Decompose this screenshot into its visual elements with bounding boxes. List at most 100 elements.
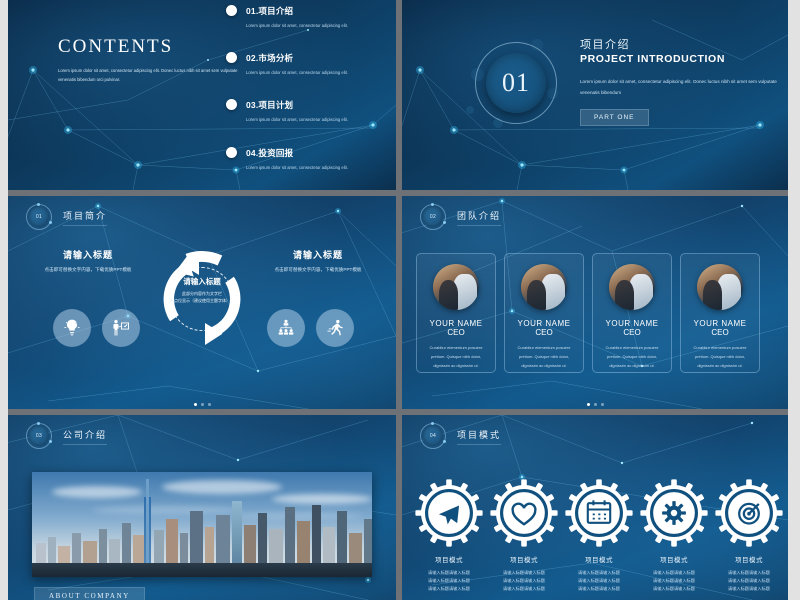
- lightbulb-icon[interactable]: [53, 309, 91, 347]
- list-item-sub: Lorem ipsum dolor sit amet, consectetur …: [246, 164, 348, 170]
- header-title: 团队介绍: [457, 209, 502, 226]
- slide-company[interactable]: 03 公司介绍 ABOUT COMPANY: [8, 415, 396, 600]
- section-number-badge: 01: [466, 39, 558, 128]
- header-title: 公司介绍: [63, 428, 108, 445]
- team-member-card[interactable]: YOUR NAME CEO Curabitur elementum posuer…: [504, 253, 584, 373]
- section-number: 01: [502, 68, 530, 97]
- part-one-button[interactable]: PART ONE: [580, 109, 649, 127]
- pagination-dot[interactable]: [193, 403, 197, 406]
- header-title: 项目简介: [63, 209, 108, 226]
- pagination-dot[interactable]: [593, 403, 597, 406]
- gear-shape: [714, 478, 784, 548]
- gear-body: 请输入标题请输入标题 请输入标题请输入标题 请输入标题请输入标题: [503, 570, 545, 592]
- gear-title: 项目模式: [510, 557, 538, 564]
- gear-icon: [662, 501, 686, 525]
- cycle-center-text: 请输入标题 此部分内容作为文字栏 断点位显示（建议使用主题字体）。: [170, 276, 234, 304]
- team-member-card[interactable]: YOUR NAME CEO Curabitur elementum posuer…: [416, 253, 496, 373]
- slide-project-brief[interactable]: 01 项目简介 请输入标题 点击即可替换文字内容，下载优质PPT模板 请输入标题…: [8, 196, 396, 409]
- section-header: 02 团队介绍: [420, 203, 502, 230]
- gear-title: 项目模式: [660, 557, 688, 564]
- gear-title: 项目模式: [735, 557, 763, 564]
- member-role: CEO: [623, 328, 641, 337]
- gear-item[interactable]: 项目模式 请输入标题请输入标题 请输入标题请输入标题 请输入标题请输入标题: [489, 478, 559, 594]
- gear-item[interactable]: 项目模式 请输入标题请输入标题 请输入标题请输入标题 请输入标题请输入标题: [564, 478, 634, 594]
- list-item-sub: Lorem ipsum dolor sit amet, consectetur …: [246, 23, 348, 28]
- list-item[interactable]: 01.项目介绍 Lorem ipsum dolor sit amet, cons…: [226, 5, 376, 30]
- header-title: 项目模式: [457, 428, 502, 445]
- list-item[interactable]: 04.投资回报 Lorem ipsum dolor sit amet, cons…: [226, 146, 376, 172]
- presenter-icon[interactable]: [102, 309, 140, 347]
- slide-pagination-dots[interactable]: [8, 403, 396, 406]
- list-item[interactable]: 03.项目计划 Lorem ipsum dolor sit amet, cons…: [226, 99, 376, 124]
- brief-left-body: 点击即可替换文字内容，下载优质PPT模板: [44, 267, 132, 272]
- header-badge-icon: 04: [420, 422, 446, 449]
- decor-dot: [466, 106, 474, 114]
- header-badge-number: 04: [429, 433, 437, 439]
- section-number-disc: 01: [486, 53, 546, 113]
- header-badge-icon: 02: [420, 203, 446, 230]
- gear-shape: [414, 478, 484, 548]
- bullet-dot-icon: [226, 52, 237, 64]
- gear-shape: [564, 478, 634, 548]
- member-name: YOUR NAME: [429, 319, 483, 328]
- header-badge-number: 02: [429, 214, 437, 220]
- section-paragraph: Lorem ipsum dolor sit amet, consectetur …: [580, 79, 777, 95]
- section-title-en: PROJECT INTRODUCTION: [580, 53, 726, 65]
- pagination-dot[interactable]: [586, 403, 590, 406]
- header-badge-icon: 01: [26, 203, 52, 230]
- gear-list: 项目模式 请输入标题请输入标题 请输入标题请输入标题 请输入标题请输入标题 项目…: [414, 478, 784, 594]
- gear-item[interactable]: 项目模式 请输入标题请输入标题 请输入标题请输入标题 请输入标题请输入标题: [414, 478, 484, 594]
- brief-left-title: 请输入标题: [62, 250, 113, 260]
- slide-project-mode[interactable]: 04 项目模式 项目模式 请输入标题请输入标题 请输入标题请输入标题 请输入标题…: [402, 415, 788, 600]
- gear-item[interactable]: 项目模式 请输入标题请输入标题 请输入标题请输入标题 请输入标题请输入标题: [714, 478, 784, 594]
- member-name: YOUR NAME: [693, 319, 747, 328]
- contents-list: 01.项目介绍 Lorem ipsum dolor sit amet, cons…: [226, 5, 376, 190]
- member-name: YOUR NAME: [517, 319, 571, 328]
- cycle-center-body: 此部分内容作为文字栏 断点位显示（建议使用主题字体）。: [170, 291, 234, 303]
- section-header: 01 项目简介: [26, 203, 108, 230]
- member-name: YOUR NAME: [605, 319, 659, 328]
- list-item-sub: Lorem ipsum dolor sit amet, consectetur …: [246, 117, 348, 123]
- gear-body: 请输入标题请输入标题 请输入标题请输入标题 请输入标题请输入标题: [653, 570, 695, 592]
- slide-section-cover[interactable]: 01 项目介绍 PROJECT INTRODUCTION Lorem ipsum…: [402, 0, 788, 190]
- gear-title: 项目模式: [585, 557, 613, 564]
- gear-body: 请输入标题请输入标题 请输入标题请输入标题 请输入标题请输入标题: [728, 570, 770, 592]
- pagination-dot[interactable]: [600, 403, 604, 406]
- member-role: CEO: [711, 328, 729, 337]
- header-badge-icon: 03: [26, 422, 52, 449]
- avatar: [521, 264, 567, 310]
- member-role: CEO: [447, 328, 465, 337]
- gear-item[interactable]: 项目模式 请输入标题请输入标题 请输入标题请输入标题 请输入标题请输入标题: [639, 478, 709, 594]
- member-description: Curabitur elementum posuere pretium. Qui…: [517, 345, 571, 368]
- slide-pagination-dots[interactable]: [402, 403, 788, 406]
- bullet-dot-icon: [226, 5, 237, 16]
- team-card-list: YOUR NAME CEO Curabitur elementum posuer…: [416, 253, 760, 373]
- brief-right-block: 请输入标题 点击即可替换文字内容，下载优质PPT模板: [258, 248, 378, 275]
- slide-deck-preview: CONTENTS Lorem ipsum dolor sit amet, con…: [0, 0, 800, 600]
- section-title-cn: 项目介绍: [580, 39, 630, 51]
- avatar: [433, 264, 479, 310]
- org-chart-icon[interactable]: [267, 309, 305, 347]
- list-item-label: 市场分析: [258, 53, 294, 64]
- bullet-dot-icon: [226, 99, 237, 111]
- list-item-number: 03.: [246, 100, 259, 111]
- page-title: CONTENTS: [58, 36, 174, 57]
- team-member-card[interactable]: YOUR NAME CEO Curabitur elementum posuer…: [680, 253, 760, 373]
- contents-intro: CONTENTS Lorem ipsum dolor sit amet, con…: [58, 36, 238, 85]
- brief-left-block: 请输入标题 点击即可替换文字内容，下载优质PPT模板: [28, 248, 148, 275]
- team-member-card[interactable]: YOUR NAME CEO Curabitur elementum posuer…: [592, 253, 672, 373]
- list-item[interactable]: 02.市场分析 Lorem ipsum dolor sit amet, cons…: [226, 52, 376, 77]
- pagination-dot[interactable]: [207, 403, 211, 406]
- pagination-dot[interactable]: [200, 403, 204, 406]
- slide-contents[interactable]: CONTENTS Lorem ipsum dolor sit amet, con…: [8, 0, 396, 190]
- about-company-button[interactable]: ABOUT COMPANY: [34, 587, 145, 600]
- member-role: CEO: [535, 328, 553, 337]
- cycle-diagram: 请输入标题 此部分内容作为文字栏 断点位显示（建议使用主题字体）。: [147, 244, 257, 354]
- gear-shape: [639, 478, 709, 548]
- runner-icon[interactable]: [316, 309, 354, 347]
- list-item-number: 01.: [246, 6, 259, 16]
- slide-team[interactable]: 02 团队介绍 YOUR NAME CEO Curabitur elementu…: [402, 196, 788, 409]
- waterfront: [32, 563, 372, 577]
- section-cover-text: 项目介绍 PROJECT INTRODUCTION Lorem ipsum do…: [580, 36, 780, 127]
- bullet-dot-icon: [226, 146, 237, 158]
